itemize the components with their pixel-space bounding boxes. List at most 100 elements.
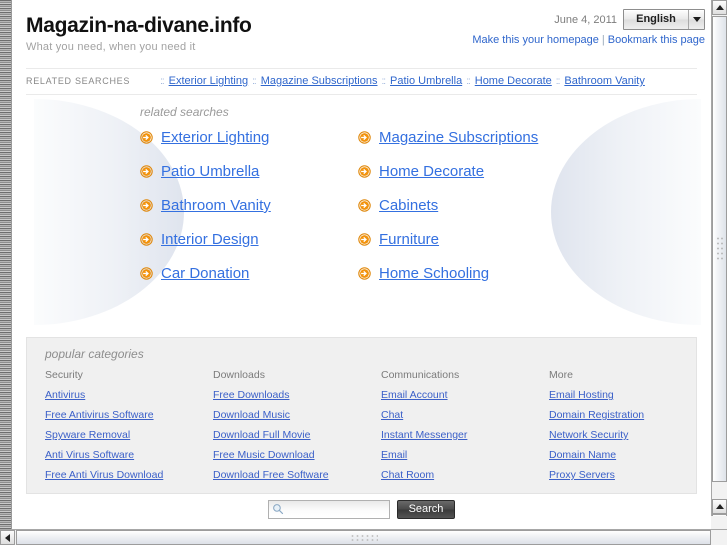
related-search-item: :: Exterior Lighting	[156, 75, 248, 87]
item-separator: ::	[466, 75, 470, 87]
make-homepage-link[interactable]: Make this your homepage	[472, 34, 599, 46]
related-searches-panel: related searches Exterior Lighting Magaz…	[12, 95, 711, 333]
hero-link[interactable]: Exterior Lighting	[161, 129, 269, 146]
hero-link-row[interactable]: Patio Umbrella	[140, 163, 358, 180]
scrollbar-corner	[711, 516, 727, 529]
category-link[interactable]: Domain Name	[549, 449, 711, 461]
category-column-more: More Email Hosting Domain Registration N…	[549, 369, 711, 481]
category-link[interactable]: Email Hosting	[549, 389, 711, 401]
related-search-link[interactable]: Bathroom Vanity	[564, 75, 645, 87]
hero-link-row[interactable]: Car Donation	[140, 265, 358, 282]
hero-link[interactable]: Car Donation	[161, 265, 249, 282]
arrow-circle-right-icon	[358, 199, 371, 212]
search-icon	[272, 504, 283, 515]
category-heading: Security	[45, 369, 83, 381]
hero-link[interactable]: Magazine Subscriptions	[379, 129, 538, 146]
category-heading: Downloads	[213, 369, 265, 381]
vertical-scrollbar[interactable]	[711, 0, 727, 529]
horizontal-scrollbar[interactable]	[0, 529, 727, 545]
browser-viewport: Magazin-na-divane.info What you need, wh…	[0, 0, 727, 545]
item-separator: ::	[252, 75, 256, 87]
scrollbar-grip-icon	[716, 236, 725, 262]
scroll-left-button[interactable]	[0, 530, 15, 545]
category-link[interactable]: Email	[381, 449, 549, 461]
vertical-scrollbar-thumb[interactable]	[712, 16, 727, 482]
date-and-language-row: June 4, 2011 English	[472, 9, 705, 30]
hero-link[interactable]: Patio Umbrella	[161, 163, 259, 180]
category-column-downloads: Downloads Free Downloads Download Music …	[213, 369, 381, 481]
hero-link-row[interactable]: Home Decorate	[358, 163, 711, 180]
category-link[interactable]: Chat Room	[381, 469, 549, 481]
arrow-circle-right-icon	[358, 267, 371, 280]
chevron-down-icon	[688, 10, 704, 29]
search-button[interactable]: Search	[396, 500, 456, 519]
hero-link-row[interactable]: Cabinets	[358, 197, 711, 214]
header-link-separator: |	[601, 34, 605, 46]
page-content: Magazin-na-divane.info What you need, wh…	[12, 0, 711, 529]
popular-categories-panel: popular categories Security Antivirus Fr…	[26, 337, 697, 494]
category-link[interactable]: Download Music	[213, 409, 381, 421]
category-link[interactable]: Email Account	[381, 389, 549, 401]
search-field-wrapper[interactable]	[267, 500, 390, 519]
arrow-circle-right-icon	[140, 165, 153, 178]
hero-link[interactable]: Furniture	[379, 231, 439, 248]
category-link[interactable]: Network Security	[549, 429, 711, 441]
arrow-circle-right-icon	[140, 131, 153, 144]
category-link[interactable]: Instant Messenger	[381, 429, 549, 441]
left-edge-texture	[0, 0, 12, 529]
related-search-link[interactable]: Exterior Lighting	[169, 75, 249, 87]
header-utility-area: June 4, 2011 English Make this your home…	[472, 9, 705, 46]
hero-link[interactable]: Interior Design	[161, 231, 259, 248]
hero-link-row[interactable]: Exterior Lighting	[140, 129, 358, 146]
related-search-item: :: Home Decorate	[462, 75, 552, 87]
related-search-item: :: Magazine Subscriptions	[248, 75, 377, 87]
hero-link-row[interactable]: Bathroom Vanity	[140, 197, 358, 214]
triangle-up-icon	[715, 5, 724, 10]
category-link[interactable]: Free Anti Virus Download	[45, 469, 213, 481]
category-link[interactable]: Domain Registration	[549, 409, 711, 421]
category-link[interactable]: Download Full Movie	[213, 429, 381, 441]
scroll-up-button[interactable]	[712, 0, 727, 15]
scroll-up-button-secondary[interactable]	[712, 499, 727, 514]
hero-link-row[interactable]: Interior Design	[140, 231, 358, 248]
category-link[interactable]: Proxy Servers	[549, 469, 711, 481]
hero-link-row[interactable]: Magazine Subscriptions	[358, 129, 711, 146]
category-link[interactable]: Anti Virus Software	[45, 449, 213, 461]
hero-link[interactable]: Home Decorate	[379, 163, 484, 180]
item-separator: ::	[381, 75, 386, 87]
arrow-circle-right-icon	[140, 199, 153, 212]
scrollbar-grip-icon	[349, 534, 378, 543]
category-link[interactable]: Free Downloads	[213, 389, 381, 401]
category-link[interactable]: Download Free Software	[213, 469, 381, 481]
hero-links-grid: Exterior Lighting Magazine Subscriptions	[140, 129, 711, 282]
arrow-circle-right-icon	[140, 267, 153, 280]
item-separator: ::	[555, 75, 560, 87]
hero-link-row[interactable]: Home Schooling	[358, 265, 711, 282]
hero-link[interactable]: Cabinets	[379, 197, 438, 214]
triangle-left-icon	[5, 533, 10, 542]
hero-link[interactable]: Bathroom Vanity	[161, 197, 271, 214]
related-searches-strip: RELATED SEARCHES :: Exterior Lighting ::…	[26, 68, 697, 95]
category-link[interactable]: Free Antivirus Software	[45, 409, 213, 421]
arrow-circle-right-icon	[358, 131, 371, 144]
category-link[interactable]: Antivirus	[45, 389, 213, 401]
popular-categories-caption: popular categories	[45, 347, 144, 361]
categories-grid: Security Antivirus Free Antivirus Softwa…	[45, 369, 696, 481]
arrow-circle-right-icon	[140, 233, 153, 246]
search-bar: Search	[12, 500, 711, 519]
related-search-link[interactable]: Magazine Subscriptions	[261, 75, 378, 87]
bookmark-page-link[interactable]: Bookmark this page	[608, 34, 705, 46]
hero-link-row[interactable]: Furniture	[358, 231, 711, 248]
related-search-link[interactable]: Home Decorate	[475, 75, 552, 87]
related-search-item: :: Bathroom Vanity	[552, 75, 645, 87]
horizontal-scrollbar-thumb[interactable]	[16, 530, 711, 545]
language-selected-value: English	[636, 13, 676, 25]
category-link[interactable]: Spyware Removal	[45, 429, 213, 441]
related-search-item: :: Patio Umbrella	[377, 75, 462, 87]
category-link[interactable]: Chat	[381, 409, 549, 421]
category-link[interactable]: Free Music Download	[213, 449, 381, 461]
search-input[interactable]	[286, 502, 389, 519]
related-search-link[interactable]: Patio Umbrella	[390, 75, 462, 87]
language-dropdown[interactable]: English	[623, 9, 705, 30]
hero-link[interactable]: Home Schooling	[379, 265, 489, 282]
